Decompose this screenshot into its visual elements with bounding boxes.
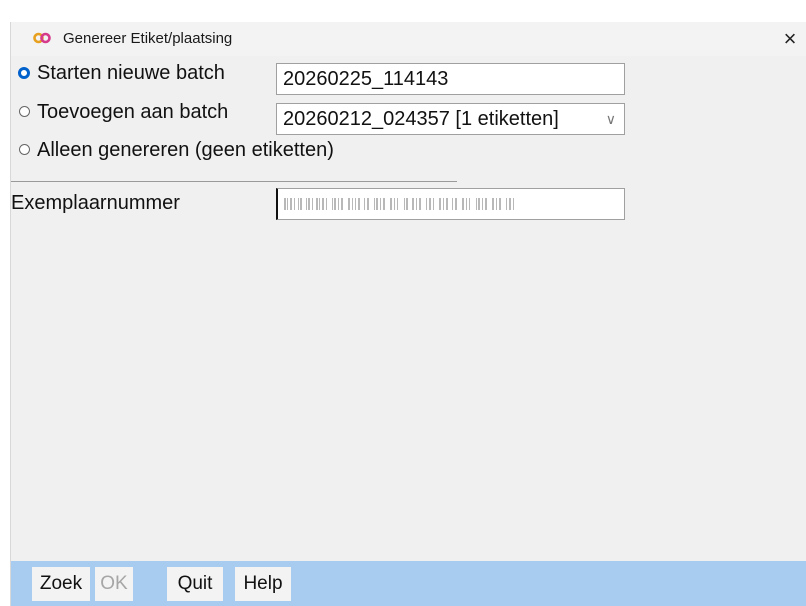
close-button[interactable]: × bbox=[775, 22, 805, 56]
exemplaarnummer-input[interactable] bbox=[276, 188, 625, 220]
quit-button[interactable]: Quit bbox=[167, 567, 223, 601]
radio-alleen-genereren[interactable] bbox=[19, 144, 30, 155]
batch-select-value: 20260212_024357 [1 etiketten] bbox=[283, 108, 559, 130]
ok-button[interactable]: OK bbox=[95, 567, 133, 601]
option-label-alleen: Alleen genereren (geen etiketten) bbox=[37, 139, 334, 161]
divider bbox=[11, 181, 457, 182]
dialog-window: Genereer Etiket/plaatsing × Starten nieu… bbox=[10, 22, 806, 606]
chevron-down-icon[interactable]: ∨ bbox=[606, 104, 616, 134]
app-logo-icon bbox=[33, 31, 51, 45]
title-bar: Genereer Etiket/plaatsing × bbox=[11, 22, 806, 56]
exemplaarnummer-label: Exemplaarnummer bbox=[11, 192, 180, 214]
radio-starten-nieuwe-batch[interactable] bbox=[18, 67, 30, 79]
button-bar: Zoek OK Quit Help bbox=[11, 561, 806, 606]
zoek-button[interactable]: Zoek bbox=[32, 567, 90, 601]
batch-select[interactable]: 20260212_024357 [1 etiketten] ∨ bbox=[276, 103, 625, 135]
window-title: Genereer Etiket/plaatsing bbox=[63, 30, 233, 47]
new-batch-input[interactable]: 20260225_114143 bbox=[276, 63, 625, 95]
radio-toevoegen-aan-batch[interactable] bbox=[19, 106, 30, 117]
option-label-toevoegen: Toevoegen aan batch bbox=[37, 101, 229, 123]
barcode-placeholder-icon bbox=[284, 198, 514, 210]
help-button[interactable]: Help bbox=[235, 567, 291, 601]
option-label-starten: Starten nieuwe batch bbox=[37, 62, 225, 84]
